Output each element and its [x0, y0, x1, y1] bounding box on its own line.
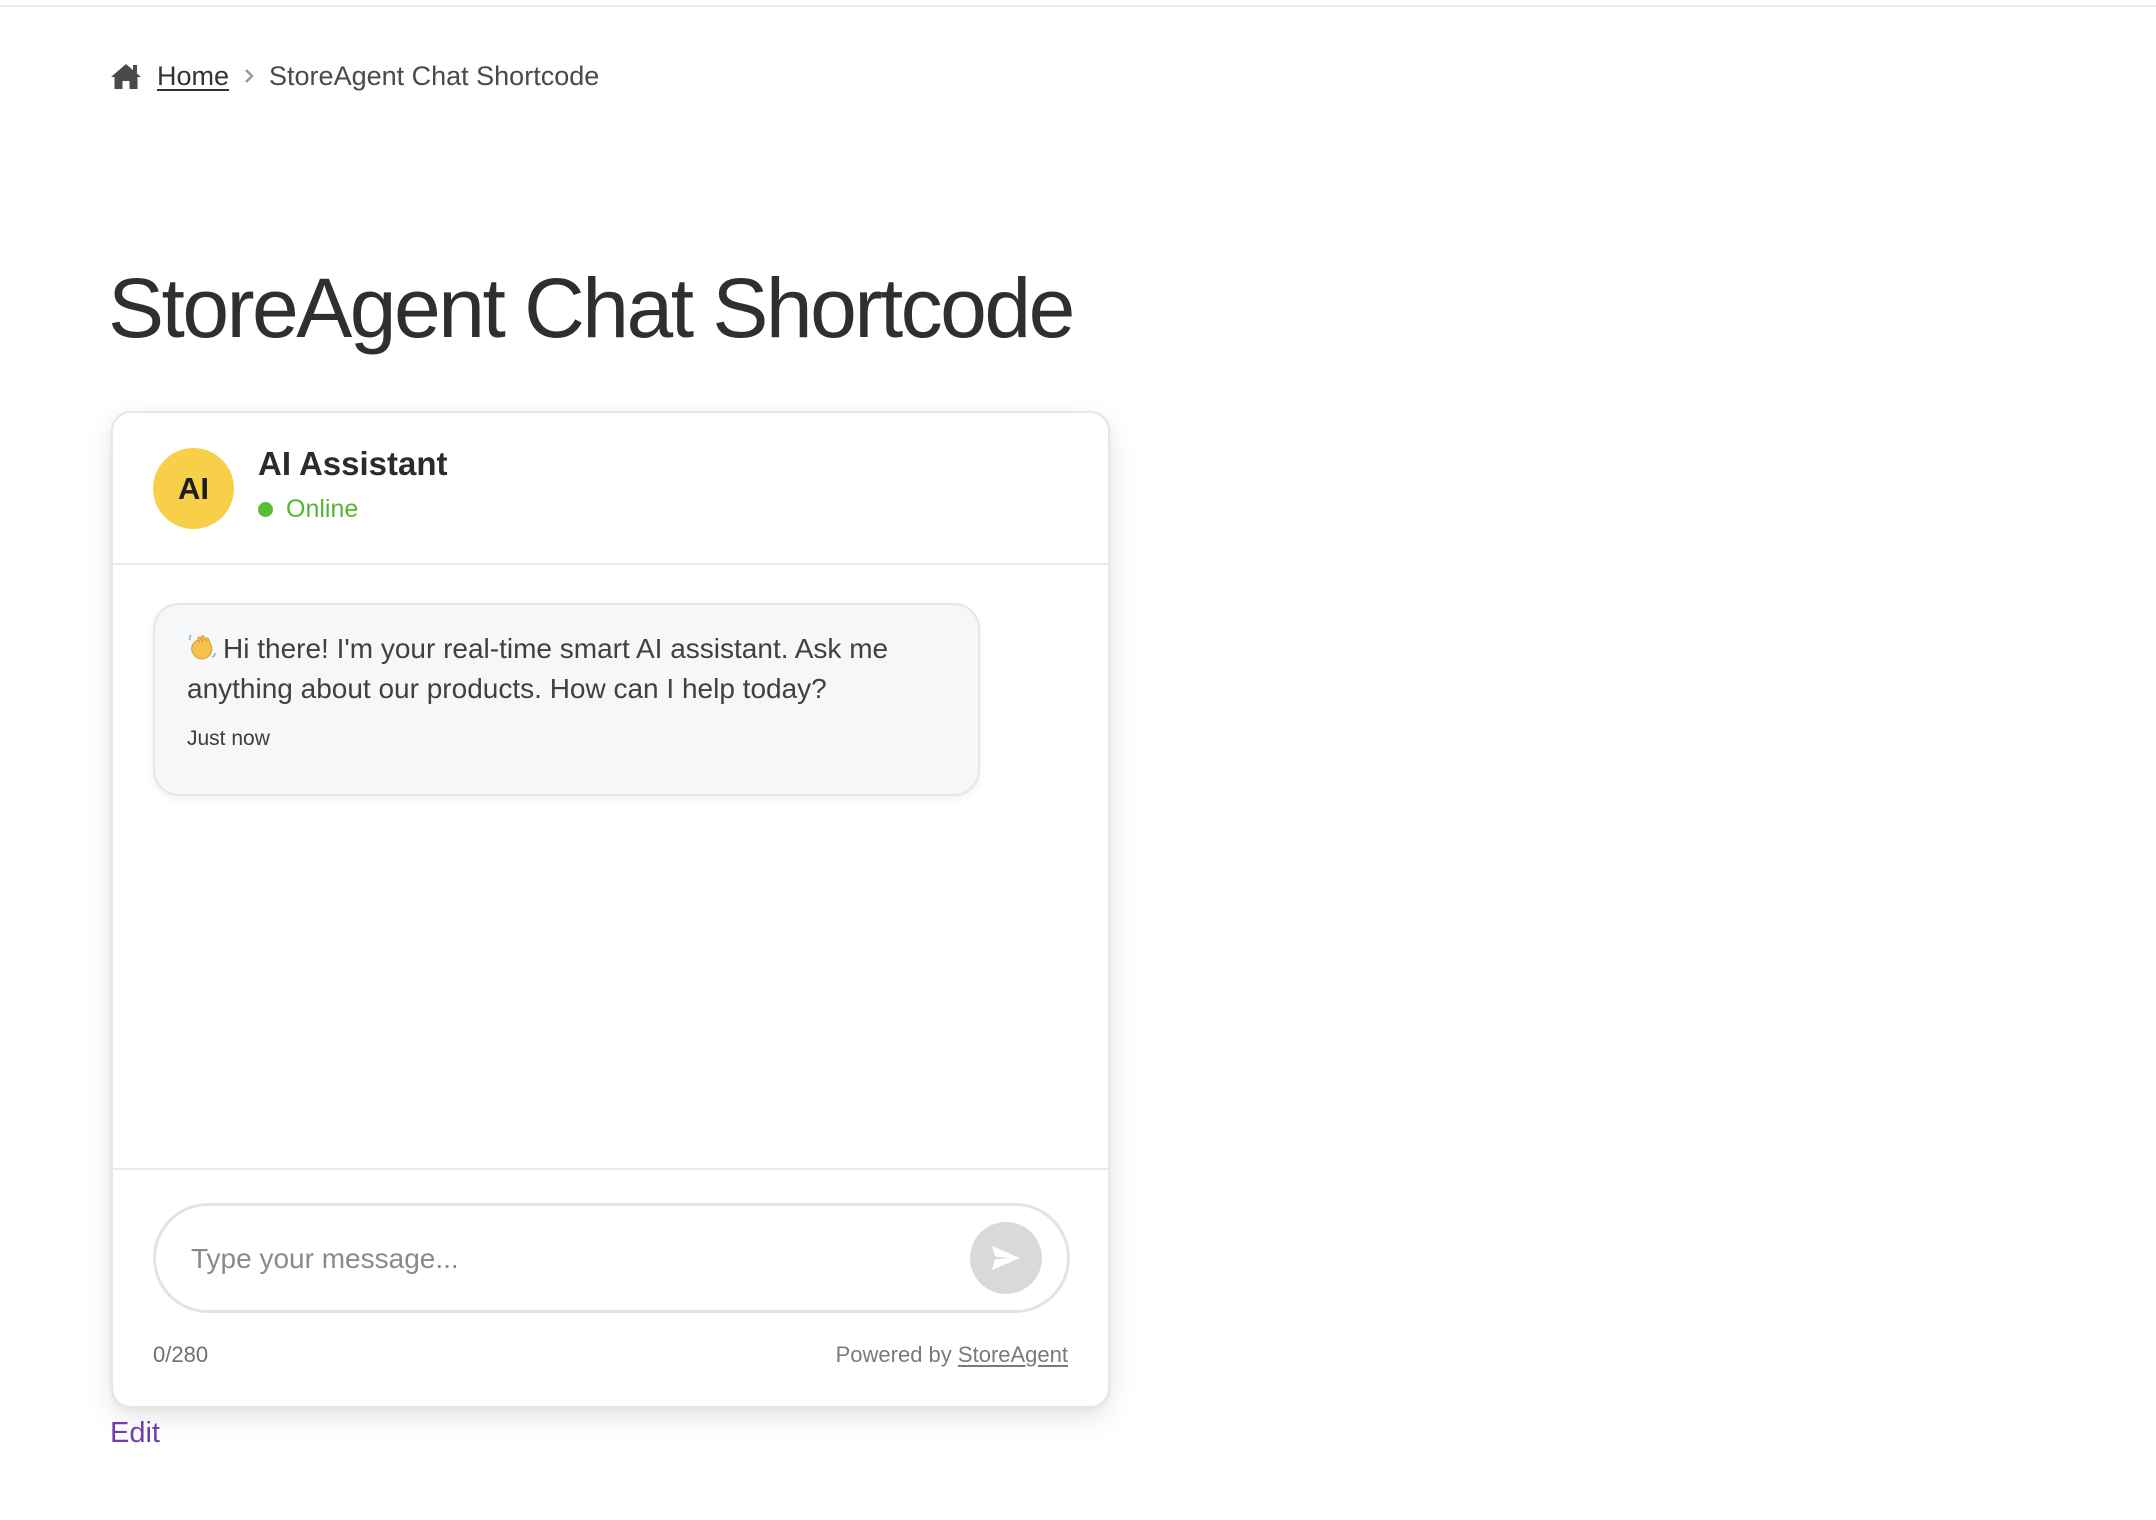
message-input-container: [153, 1203, 1070, 1313]
status-text: Online: [286, 495, 359, 523]
chat-composer: 0/280 Powered by StoreAgent: [113, 1168, 1108, 1406]
chat-widget: AI AI Assistant Online Hi there! I'm you…: [111, 411, 1110, 1408]
powered-by-prefix: Powered by: [835, 1342, 952, 1367]
home-icon[interactable]: [110, 62, 142, 90]
assistant-avatar: AI: [153, 448, 234, 529]
chevron-right-icon: [243, 68, 255, 84]
page-title: StoreAgent Chat Shortcode: [108, 261, 1075, 355]
character-counter: 0/280: [153, 1342, 209, 1367]
assistant-message: Hi there! I'm your real-time smart AI as…: [153, 603, 980, 796]
breadcrumb-current: StoreAgent Chat Shortcode: [269, 60, 600, 91]
breadcrumb: Home StoreAgent Chat Shortcode: [110, 58, 599, 94]
assistant-name: AI Assistant: [258, 445, 448, 482]
send-icon: [992, 1246, 1020, 1270]
breadcrumb-home-link[interactable]: Home: [157, 61, 229, 92]
send-button[interactable]: [970, 1222, 1042, 1294]
message-text: Hi there! I'm your real-time smart AI as…: [187, 633, 889, 704]
waving-hand-icon: [187, 632, 217, 662]
message-timestamp: Just now: [187, 727, 270, 750]
message-body: Hi there! I'm your real-time smart AI as…: [187, 629, 948, 709]
message-input[interactable]: [189, 1206, 953, 1312]
message-list[interactable]: Hi there! I'm your real-time smart AI as…: [113, 563, 1108, 1173]
status-indicator: Online: [258, 495, 358, 524]
top-divider: [0, 0, 2156, 7]
powered-by: Powered by StoreAgent: [836, 1342, 1068, 1368]
storeagent-link[interactable]: StoreAgent: [958, 1342, 1068, 1367]
edit-link[interactable]: Edit: [110, 1417, 160, 1450]
chat-header: AI AI Assistant Online: [113, 413, 1108, 565]
online-dot-icon: [258, 502, 273, 517]
